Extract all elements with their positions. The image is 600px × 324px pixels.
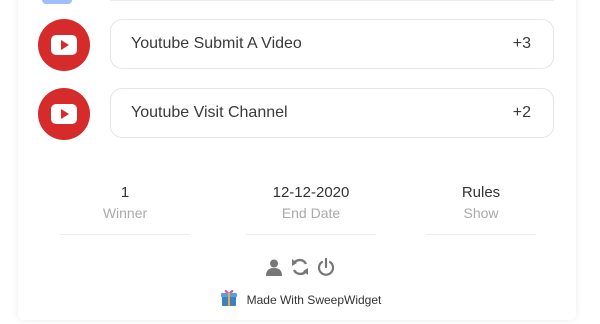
entry-label: Youtube Submit A Video [131, 35, 302, 52]
entry-points: +2 [512, 104, 531, 121]
youtube-icon [38, 19, 90, 71]
previous-entry-icon[interactable] [42, 0, 72, 4]
power-icon[interactable] [317, 258, 335, 276]
entry-youtube-visit-channel[interactable]: Youtube Visit Channel +2 [38, 88, 556, 140]
made-with-link[interactable]: Made With SweepWidget [0, 288, 600, 311]
end-date-label: End Date [281, 205, 341, 221]
rules-stat[interactable]: Rules Show [416, 184, 546, 235]
winners-stat: 1 Winner [60, 184, 190, 235]
divider [60, 234, 190, 235]
entry-label: Youtube Visit Channel [131, 104, 288, 121]
sweepwidget-logo-icon [219, 288, 239, 311]
end-date-value: 12-12-2020 [272, 184, 350, 201]
refresh-icon[interactable] [291, 258, 309, 276]
divider [426, 234, 536, 235]
entry-youtube-submit-video[interactable]: Youtube Submit A Video +3 [38, 19, 556, 71]
winners-label: Winner [102, 205, 148, 221]
youtube-icon [38, 88, 90, 140]
entry-box[interactable]: Youtube Submit A Video +3 [110, 19, 554, 69]
footer-actions [0, 258, 600, 276]
made-with-text: Made With SweepWidget [246, 292, 382, 307]
divider [246, 234, 376, 235]
user-icon[interactable] [265, 258, 283, 276]
previous-entry-box[interactable] [110, 0, 554, 1]
end-date-stat: 12-12-2020 End Date [246, 184, 376, 235]
winners-value: 1 [120, 184, 130, 201]
rules-value[interactable]: Rules [416, 184, 546, 202]
rules-show-link[interactable]: Show [416, 202, 546, 224]
entry-box[interactable]: Youtube Visit Channel +2 [110, 88, 554, 138]
entry-points: +3 [512, 35, 531, 52]
